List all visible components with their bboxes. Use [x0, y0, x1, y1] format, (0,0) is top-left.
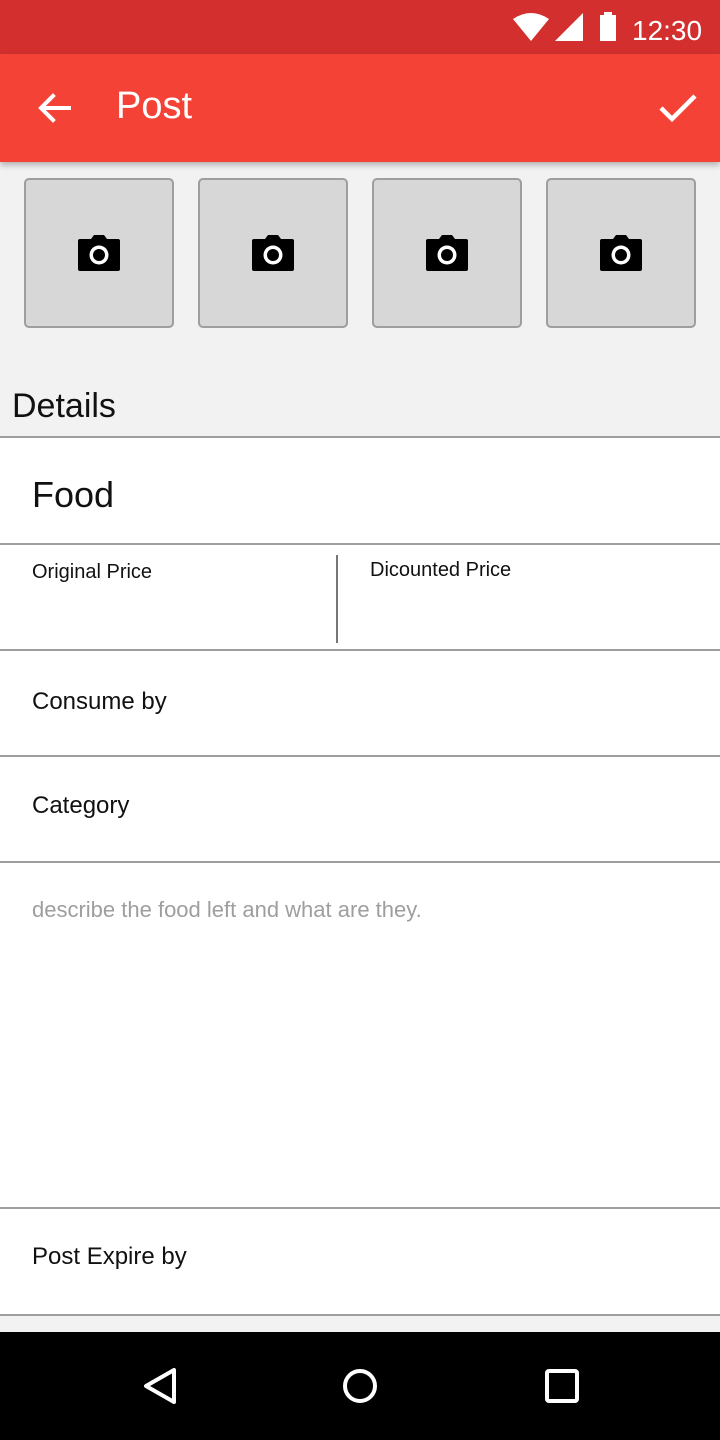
navigation-bar — [0, 1332, 720, 1440]
battery-icon — [600, 12, 616, 41]
status-bar: 12:30 — [0, 0, 720, 54]
arrow-back-icon — [38, 93, 71, 123]
nav-recents-button[interactable] — [532, 1356, 592, 1416]
details-form: Food Original Price Dicounted Price Cons… — [0, 436, 720, 1316]
camera-icon — [252, 235, 294, 271]
food-name-label: Food — [32, 474, 115, 515]
home-circle-icon — [343, 1369, 377, 1403]
category-field[interactable]: Category — [0, 757, 720, 863]
original-price-label: Original Price — [32, 561, 153, 583]
camera-icon — [426, 235, 468, 271]
consume-by-field[interactable]: Consume by — [0, 651, 720, 757]
price-row: Original Price Dicounted Price — [0, 545, 720, 651]
photo-slot-2[interactable] — [198, 178, 348, 328]
food-name-field[interactable]: Food — [0, 438, 720, 545]
description-placeholder: describe the food left and what are they… — [32, 897, 422, 922]
description-field[interactable]: describe the food left and what are they… — [0, 863, 720, 1209]
nav-home-button[interactable] — [330, 1356, 390, 1416]
page-title: Post — [116, 85, 193, 127]
recents-square-icon — [545, 1369, 579, 1403]
confirm-button[interactable] — [652, 83, 704, 133]
app-bar: Post — [0, 54, 720, 162]
category-label: Category — [32, 792, 130, 819]
post-expire-label: Post Expire by — [32, 1243, 187, 1270]
details-heading: Details — [12, 387, 116, 425]
camera-icon — [78, 235, 120, 271]
status-time: 12:30 — [632, 15, 703, 46]
photo-slot-4[interactable] — [546, 178, 696, 328]
back-button[interactable] — [30, 83, 80, 133]
consume-by-label: Consume by — [32, 688, 167, 715]
nav-back-button[interactable] — [130, 1356, 190, 1416]
cell-signal-icon — [555, 13, 583, 41]
photo-slot-1[interactable] — [24, 178, 174, 328]
photo-slot-3[interactable] — [372, 178, 522, 328]
camera-icon — [600, 235, 642, 271]
back-triangle-icon — [144, 1368, 176, 1404]
discounted-price-label: Dicounted Price — [370, 559, 512, 581]
original-price-field[interactable]: Original Price — [0, 545, 336, 649]
check-icon — [659, 94, 697, 123]
discounted-price-field[interactable]: Dicounted Price — [338, 545, 720, 649]
wifi-icon — [513, 13, 549, 41]
post-expire-field[interactable]: Post Expire by — [0, 1209, 720, 1316]
